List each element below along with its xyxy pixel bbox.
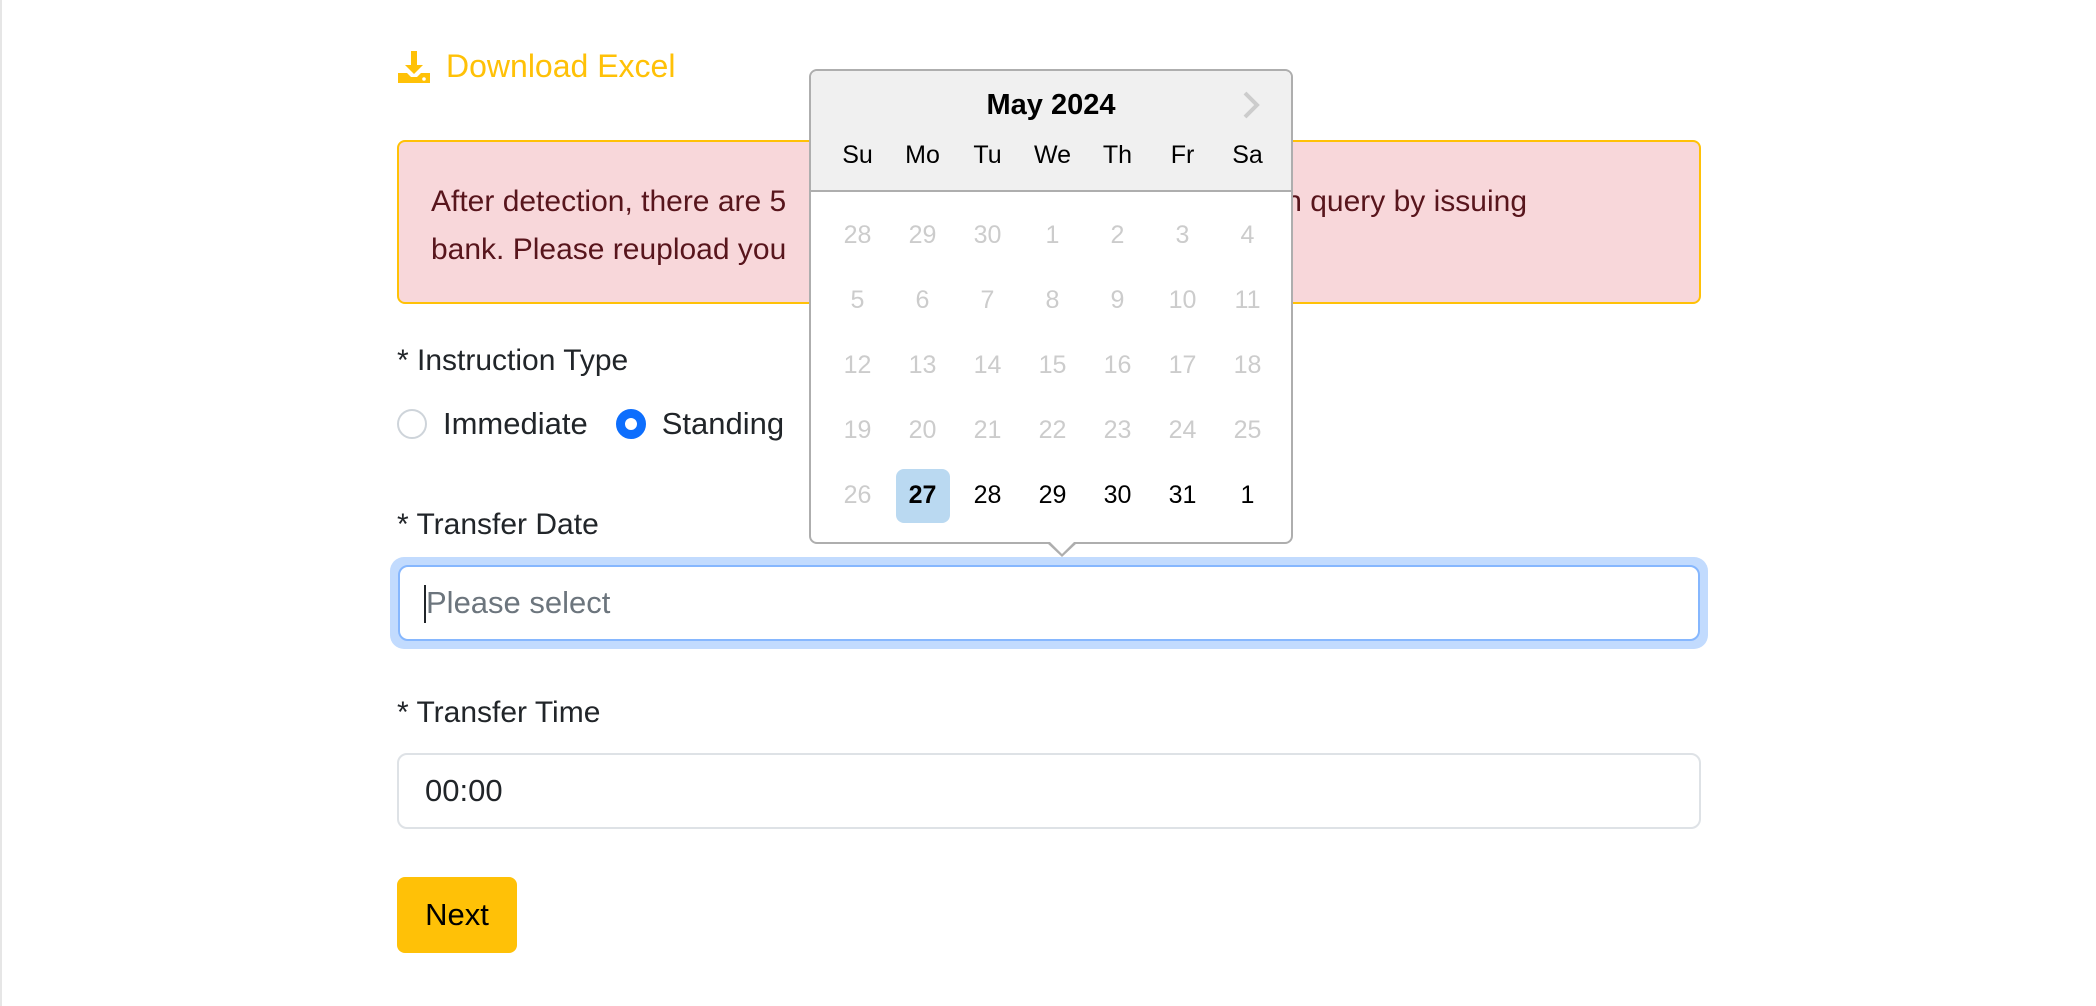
radio-standing-label: Standing: [661, 406, 785, 441]
datepicker-popup: May 2024 Su Mo Tu We Th Fr Sa 28 29 30 1…: [809, 69, 1293, 557]
radio-standing[interactable]: Standing: [615, 406, 785, 442]
day-cell: 29: [908, 221, 937, 249]
day-cell: 12: [843, 351, 872, 379]
datepicker-week: 26 27 28 29 30 31 1: [825, 463, 1280, 528]
day-name: Mo: [905, 141, 940, 169]
transfer-date-input[interactable]: [398, 565, 1700, 641]
day-cell: 23: [1103, 416, 1132, 444]
next-button[interactable]: Next: [397, 877, 517, 953]
chevron-right-icon: [1243, 91, 1260, 119]
datepicker-pointer: [1046, 540, 1078, 557]
day-name: Fr: [1170, 141, 1195, 169]
day-cell: 22: [1038, 416, 1067, 444]
day-cell: 5: [850, 286, 865, 314]
instruction-type-label: * Instruction Type: [397, 344, 629, 377]
datepicker-grid: 28 29 30 1 2 3 4 5 6 7 8 9 10 11 12 13 1…: [825, 203, 1280, 528]
day-cell: 13: [908, 351, 937, 379]
day-cell[interactable]: 31: [1156, 469, 1210, 523]
text-caret: [424, 585, 426, 623]
datepicker-week: 19 20 21 22 23 24 25: [825, 398, 1280, 463]
day-cell: 26: [843, 481, 872, 509]
day-cell: 21: [973, 416, 1002, 444]
day-cell: 3: [1175, 221, 1190, 249]
day-cell: 16: [1103, 351, 1132, 379]
day-cell: 18: [1233, 351, 1262, 379]
page-left-border: [0, 0, 2, 1006]
radio-standing-circle[interactable]: [615, 409, 646, 439]
day-cell: 24: [1168, 416, 1197, 444]
transfer-time-label: * Transfer Time: [397, 696, 601, 729]
datepicker-week: 28 29 30 1 2 3 4: [825, 203, 1280, 268]
day-cell: 9: [1110, 286, 1125, 314]
day-cell: 8: [1045, 286, 1060, 314]
day-cell-today[interactable]: 27: [895, 468, 950, 523]
day-cell: 17: [1168, 351, 1197, 379]
day-cell[interactable]: 30: [1091, 469, 1145, 523]
transfer-time-value: 00:00: [425, 773, 503, 808]
radio-immediate-label: Immediate: [443, 406, 588, 441]
transfer-date-label: * Transfer Date: [397, 508, 599, 541]
datepicker-month-label: May 2024: [986, 89, 1116, 121]
download-excel-link[interactable]: Download Excel: [396, 48, 675, 85]
radio-immediate-circle[interactable]: [397, 409, 427, 439]
datepicker-header: May 2024 Su Mo Tu We Th Fr Sa: [811, 71, 1291, 192]
datepicker-week: 12 13 14 15 16 17 18: [825, 333, 1280, 398]
day-cell: 25: [1233, 416, 1262, 444]
day-cell: 7: [980, 286, 995, 314]
day-cell: 20: [908, 416, 937, 444]
datepicker-week: 5 6 7 8 9 10 11: [825, 268, 1280, 333]
download-excel-label: Download Excel: [446, 48, 676, 84]
day-cell: 30: [973, 221, 1002, 249]
day-name: Su: [842, 141, 873, 169]
day-cell: 19: [843, 416, 872, 444]
day-name: Th: [1102, 141, 1133, 169]
day-cell: 11: [1234, 286, 1261, 314]
day-cell: 6: [915, 286, 930, 314]
day-cell: 10: [1168, 286, 1197, 314]
next-month-button[interactable]: [1237, 89, 1265, 121]
day-cell[interactable]: 28: [961, 469, 1015, 523]
day-cell: 14: [973, 351, 1002, 379]
day-cell: 28: [843, 221, 872, 249]
day-cell: 1: [1045, 221, 1060, 249]
radio-immediate[interactable]: Immediate: [397, 406, 588, 442]
download-icon: [398, 50, 430, 83]
day-cell: 4: [1240, 221, 1255, 249]
datepicker-day-names: Su Mo Tu We Th Fr Sa: [825, 141, 1280, 170]
transfer-time-input[interactable]: 00:00: [397, 753, 1701, 829]
day-cell: 15: [1038, 351, 1067, 379]
day-cell[interactable]: 29: [1026, 469, 1080, 523]
day-name: Sa: [1232, 141, 1263, 169]
day-name: We: [1033, 141, 1072, 169]
day-cell[interactable]: 1: [1221, 469, 1275, 523]
day-name: Tu: [973, 141, 1002, 169]
instruction-type-radio-group: Immediate Standing: [397, 406, 812, 442]
day-cell: 2: [1110, 221, 1125, 249]
